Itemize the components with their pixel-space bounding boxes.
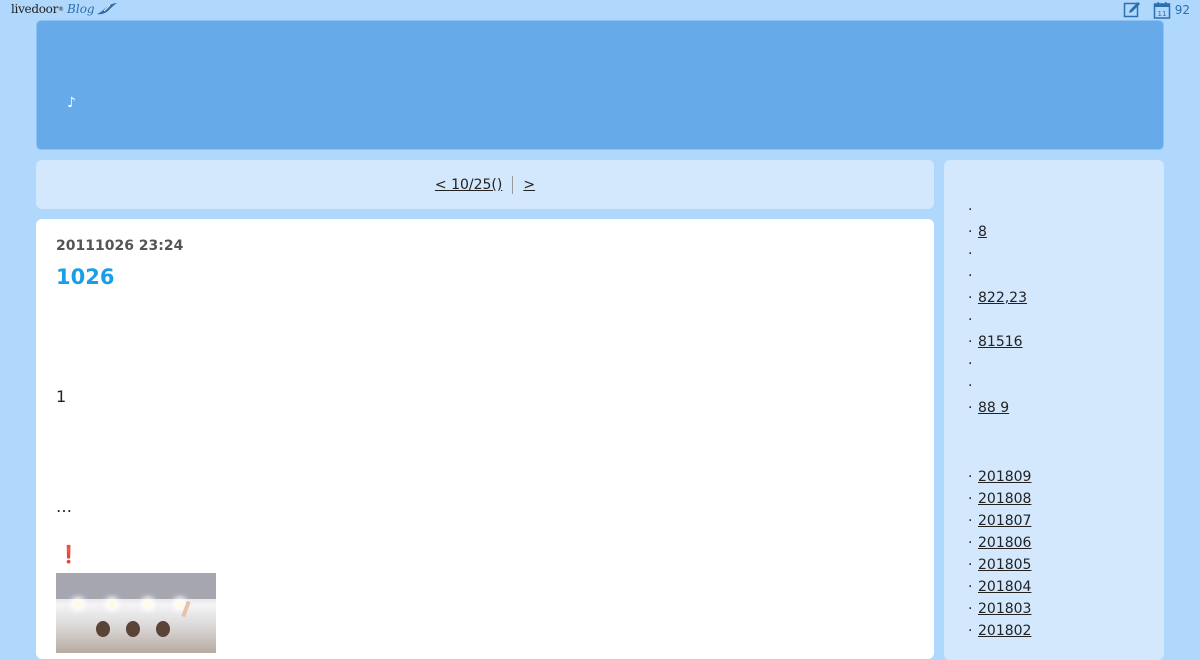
archive-item: · 201806 (968, 532, 1031, 554)
recent-article-link[interactable] (978, 243, 994, 265)
archive-item: · 201804 (968, 576, 1031, 598)
archive-link[interactable]: 201804 (978, 576, 1031, 598)
recent-article-link[interactable]: 8 (978, 221, 1003, 243)
recent-article-link[interactable] (978, 199, 990, 221)
post-body-line: … (56, 497, 72, 516)
recent-article-link[interactable]: 88 9 (978, 397, 1017, 419)
recent-article-item: · (968, 375, 1030, 397)
recent-article-item: · 8 (968, 221, 1030, 243)
archive-link[interactable]: 201805 (978, 554, 1031, 576)
svg-text:11: 11 (1157, 10, 1166, 18)
archive-item: · 201805 (968, 554, 1031, 576)
banner-description: ♪ (67, 95, 76, 111)
logo-blog-word: Blog (67, 2, 95, 16)
archive-item: · 201803 (968, 598, 1031, 620)
archives-list: · 201809 · 201808 · 201807 · 201806 · 201805 … (968, 466, 1031, 642)
exclamation-emoji: ❗ (58, 545, 80, 565)
sidebar: · · 8 · · · 822,23 · · 81516 · · · 88 9 · 201… (944, 160, 1164, 660)
next-article-link[interactable]: > (523, 177, 535, 193)
photo-light (74, 600, 82, 608)
logo-word: livedoor (11, 2, 59, 16)
recent-article-link[interactable] (978, 375, 994, 397)
photo-person (96, 621, 110, 637)
recent-article-item: · (968, 312, 973, 328)
archive-link[interactable]: 201806 (978, 532, 1031, 554)
recent-article-item: · (968, 356, 973, 372)
post-title[interactable]: 1026 (56, 265, 114, 289)
archive-link[interactable]: 201808 (978, 488, 1031, 510)
photo-ceiling (56, 573, 216, 599)
archive-link[interactable]: 201807 (978, 510, 1031, 532)
bird-icon (96, 3, 117, 15)
recent-article-link[interactable]: 822,23 (978, 287, 1027, 309)
photo-person (156, 621, 170, 637)
archive-link[interactable]: 201803 (978, 598, 1031, 620)
recent-article-item: · 822,23 (968, 287, 1030, 309)
livedoor-blog-logo[interactable]: livedoor ® Blog (11, 1, 118, 17)
photo-light (144, 600, 152, 608)
archive-item: · 201809 (968, 466, 1031, 488)
post-photo[interactable] (56, 573, 216, 653)
recent-article-item: · (968, 243, 1030, 265)
post-date: 20111026 23:24 (56, 238, 184, 254)
notification-count[interactable]: 92 (1175, 3, 1190, 17)
recent-article-item: · (968, 199, 1030, 221)
blog-header-banner: ♪ (36, 20, 1164, 150)
recent-article-item: · 81516 (968, 331, 1030, 353)
calendar-icon[interactable]: 11 (1153, 1, 1171, 19)
photo-light (108, 600, 116, 608)
archive-item: · 201807 (968, 510, 1031, 532)
prev-article-link[interactable]: < 10/25() (435, 177, 502, 193)
archive-item: · 201802 (968, 620, 1031, 642)
edit-icon[interactable] (1123, 1, 1141, 19)
recent-article-link[interactable]: 81516 (978, 331, 1030, 353)
recent-articles-list: · · 8 · · · 822,23 · · 81516 · · · 88 9 (968, 199, 1030, 419)
archive-item: · 201808 (968, 488, 1031, 510)
recent-article-item: · 88 9 (968, 397, 1030, 419)
post-body-line: 1 (56, 387, 67, 406)
photo-light (176, 600, 184, 608)
archive-link[interactable]: 201802 (978, 620, 1031, 642)
logo-registered: ® (58, 5, 65, 13)
archive-link[interactable]: 201809 (978, 466, 1031, 488)
recent-article-item: · (968, 268, 973, 284)
article: 20111026 23:24 1026 1 … ❗ (36, 219, 934, 659)
pager-divider (512, 175, 514, 194)
article-pager: < 10/25() > (36, 160, 934, 209)
top-toolbar: livedoor ® Blog 11 92 (0, 0, 1200, 20)
photo-person (126, 621, 140, 637)
